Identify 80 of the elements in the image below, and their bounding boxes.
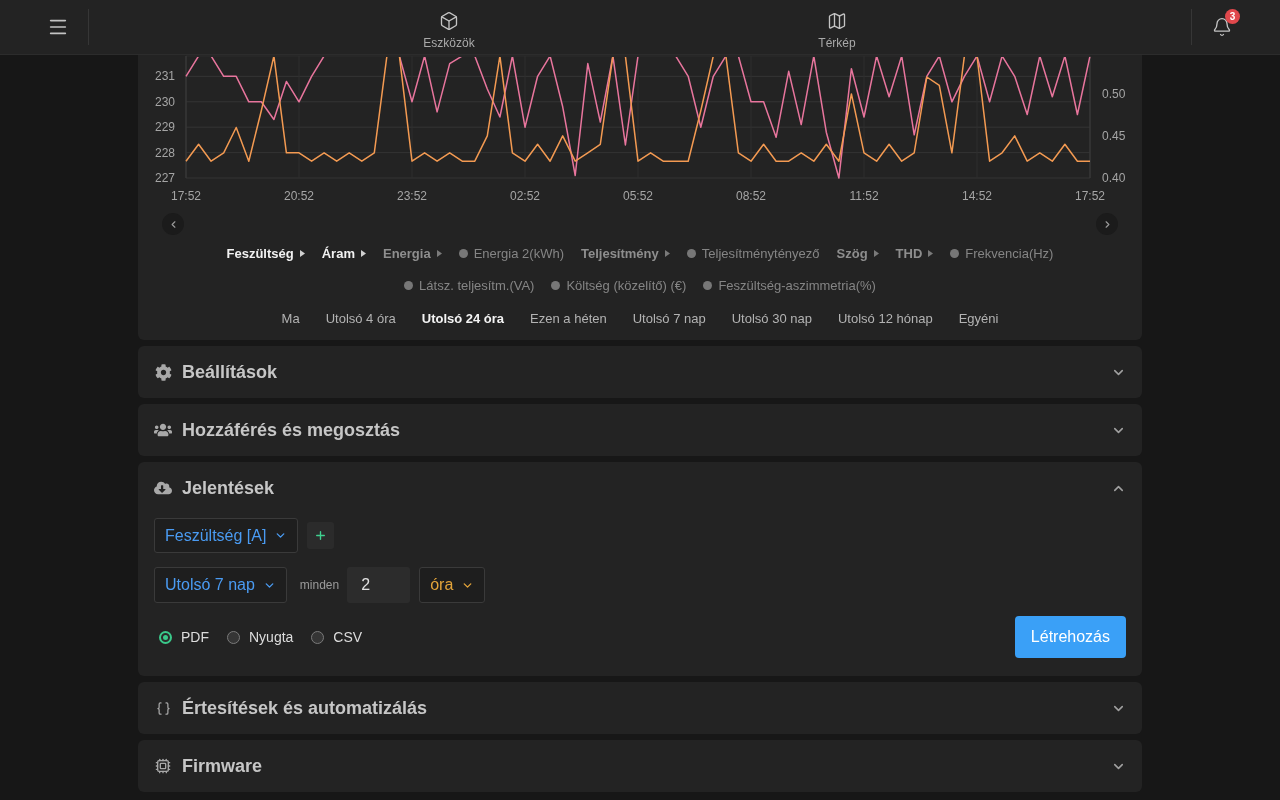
legend-item[interactable]: Költség (közelítő) (€) [551,277,687,293]
axis-label: 14:52 [962,189,992,203]
dot-icon [551,280,561,290]
users-icon [154,421,172,439]
axis-label: 229 [154,120,175,135]
axis-label: 0.50 [1102,86,1126,101]
range-tab[interactable]: Utolsó 7 nap [632,310,706,326]
caret-right-icon [360,249,366,257]
plus-icon [314,529,328,542]
radio-button[interactable] [311,630,325,644]
cloud-download-icon [154,479,172,497]
count-badge: 3 [1225,9,1240,24]
axis-label: 231 [154,69,175,84]
nav-item[interactable]: Térkép [803,4,871,50]
radio-label[interactable]: PDF [181,629,209,645]
axis-label: 05:52 [623,189,653,203]
legend-item[interactable]: Feszültség-aszimmetria(%) [703,277,876,293]
every-label: minden [299,578,340,592]
legend-item[interactable]: Feszültség [226,245,305,261]
legend-item[interactable]: Áram [321,245,366,261]
dot-icon [458,248,468,258]
braces-icon [155,700,171,716]
dot-icon [950,248,960,258]
legend-item[interactable]: Energia 2(kWh) [458,245,564,261]
metric-select[interactable]: Feszültség [A] [154,518,299,553]
axis-label: 02:52 [510,189,540,203]
range-tab[interactable]: Ma [281,310,300,326]
caret-right-icon [664,249,670,257]
section-title[interactable]: Beállítások [182,361,1111,383]
legend-item[interactable]: Teljesítmény [580,245,670,261]
range-tab[interactable]: Utolsó 24 óra [421,310,505,326]
caret-right-icon [873,249,879,257]
axis-label: 08:52 [736,189,766,203]
radio-button[interactable] [227,630,240,644]
dot-icon [703,280,713,290]
axis-label: 23:52 [397,189,427,203]
axis-label: 20:52 [284,189,314,203]
axis-label: 17:52 [171,189,201,203]
legend-item[interactable]: THD [895,245,934,261]
caret-right-icon [436,249,442,257]
gear-icon [154,363,172,381]
cube-icon [439,10,459,31]
bell-icon [1212,17,1232,37]
axis-label: 228 [154,145,175,160]
range-tab[interactable]: Utolsó 4 óra [325,310,396,326]
axis-label: 11:52 [849,189,879,203]
axis-label: 17:52 [1075,189,1105,203]
range-tab[interactable]: Egyéni [958,310,999,326]
dot-icon [686,248,696,258]
dot-icon [404,280,414,290]
range-tab[interactable]: Utolsó 30 nap [731,310,812,326]
section-title[interactable]: Jelentések [182,477,1111,499]
axis-label: 0.45 [1102,128,1126,143]
legend-item[interactable]: Teljesítménytényező [686,245,820,261]
legend-item[interactable]: Látsz. teljesítm.(VA) [404,277,535,293]
axis-label: 230 [154,94,175,109]
axis-label: 227 [154,171,175,185]
caret-right-icon [299,249,305,257]
axis-label: 0.40 [1102,171,1126,185]
caret-right-icon [928,249,934,257]
section-title[interactable]: Firmware [182,755,1111,777]
chip-icon [155,758,171,774]
interval-input[interactable]: 2 [347,567,411,603]
range-tab[interactable]: Utolsó 12 hónap [837,310,933,326]
map-icon [827,10,847,31]
section-title[interactable]: Értesítések és automatizálás [182,697,1111,719]
legend-item[interactable]: Frekvencia(Hz) [950,245,1054,261]
previous-button[interactable] [162,213,184,235]
range-tab[interactable]: Ezen a héten [530,310,607,326]
next-button[interactable] [1096,213,1118,235]
radio-label[interactable]: Nyugta [249,629,294,645]
unit-select[interactable]: óra [419,567,486,603]
add-button[interactable] [307,522,335,549]
legend-item[interactable]: Szög [836,245,879,261]
period-select[interactable]: Utolsó 7 nap [154,567,287,603]
legend-item[interactable]: Energia [382,245,442,261]
section-title[interactable]: Hozzáférés és megosztás [182,419,1111,441]
radio-button[interactable] [159,630,172,644]
nav-item[interactable]: Eszközök [415,4,483,50]
radio-label[interactable]: CSV [333,629,363,645]
